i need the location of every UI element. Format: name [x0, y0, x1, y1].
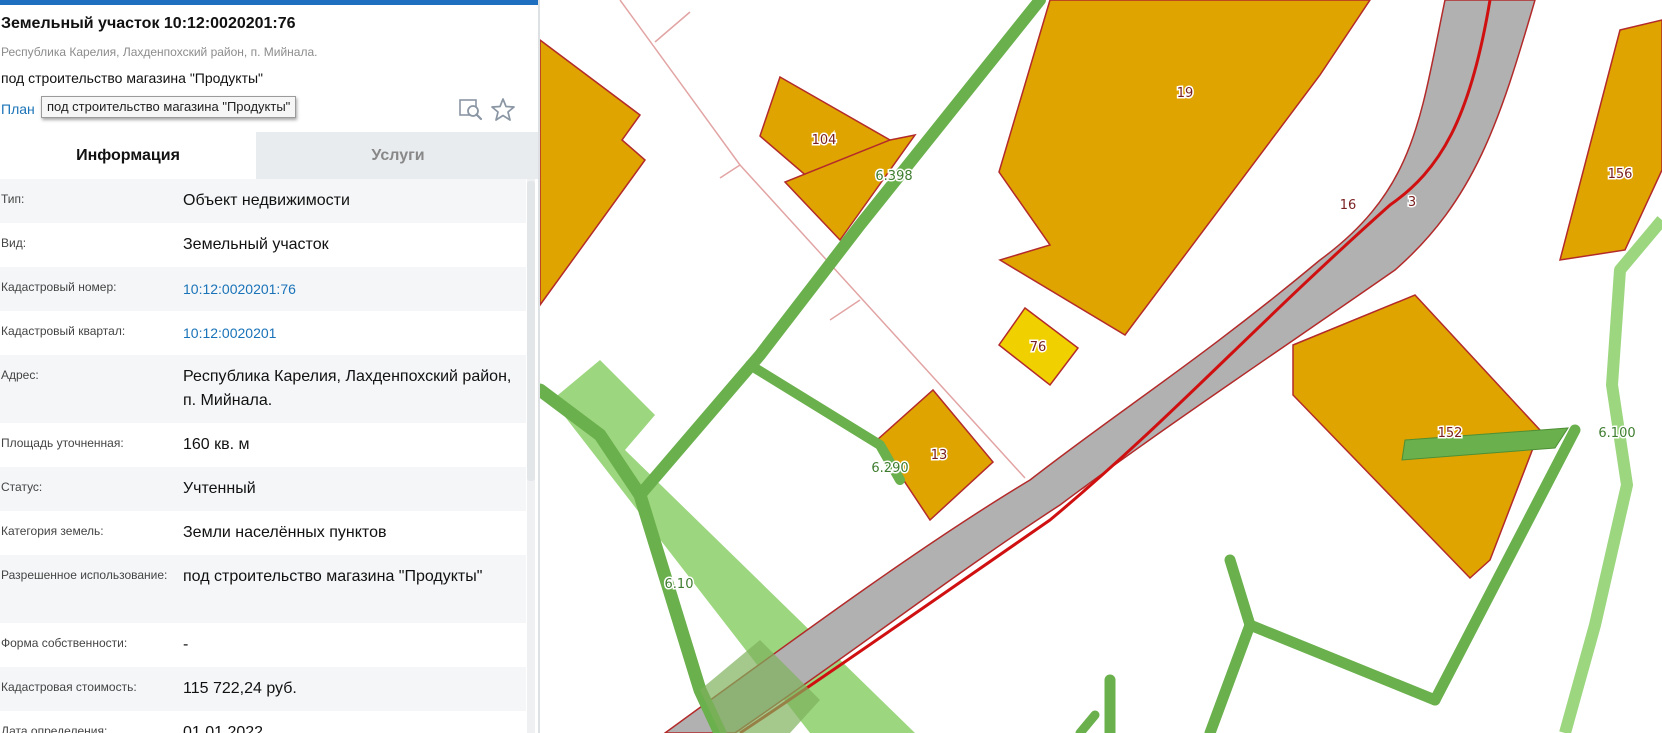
info-row-valuation-date: Дата определения: 01.01.2022 [0, 711, 526, 733]
info-row-land-category: Категория земель: Земли населённых пункт… [0, 511, 526, 555]
row-label: Дата определения: [1, 724, 108, 733]
parcel-label-16: 16 [1340, 198, 1357, 213]
row-label: Кадастровый квартал: [1, 324, 126, 338]
star-icon[interactable] [490, 97, 516, 121]
search-on-map-icon[interactable] [458, 97, 484, 121]
row-value: 115 722,24 руб. [183, 680, 297, 697]
scrollbar-thumb[interactable] [527, 181, 535, 481]
info-table: Тип: Объект недвижимости Вид: Земельный … [0, 179, 526, 733]
row-value: - [183, 636, 189, 653]
row-value: 160 кв. м [183, 436, 250, 453]
row-label: Тип: [1, 192, 25, 206]
panel-top-bar [0, 0, 540, 5]
panel-title: Земельный участок 10:12:0020201:76 [1, 15, 296, 32]
parcel-label-13: 13 [931, 448, 948, 463]
info-row-cadastral-number: Кадастровый номер: 10:12:0020201:76 [0, 267, 526, 311]
info-row-ownership: Форма собственности: - [0, 623, 526, 667]
row-value: Учтенный [183, 480, 256, 497]
row-label: Статус: [1, 480, 43, 494]
row-label: Адрес: [1, 368, 39, 382]
panel-permitted-use: под строительство магазина "Продукты" [1, 70, 264, 86]
row-label: Форма собственности: [1, 636, 128, 650]
parcel-label-104: 104 [812, 133, 837, 148]
parcel-label-19: 19 [1177, 86, 1194, 101]
tab-information[interactable]: Информация [0, 132, 256, 179]
cadastral-quarter-link[interactable]: 10:12:0020201 [183, 321, 513, 345]
info-row-kind: Вид: Земельный участок [0, 223, 526, 267]
row-label: Площадь уточненная: [1, 436, 124, 450]
tooltip: под строительство магазина "Продукты" [41, 96, 297, 118]
zone-label-6-290: 6.290 [871, 461, 908, 476]
zone-label-6-100: 6.100 [1598, 426, 1635, 441]
info-row-permitted-use: Разрешенное использование: под строитель… [0, 555, 526, 623]
tab-services[interactable]: Услуги [256, 132, 540, 179]
parcel-label-3: 3 [1408, 195, 1416, 210]
info-row-address: Адрес: Республика Карелия, Лахденпохский… [0, 355, 526, 423]
row-label: Вид: [1, 236, 27, 250]
panel-divider [538, 0, 540, 733]
zone-label-6-398: 6.398 [875, 169, 912, 184]
info-row-area: Площадь уточненная: 160 кв. м [0, 423, 526, 467]
parcel-label-156: 156 [1608, 167, 1633, 182]
zone-label-6-10: 6.10 [665, 577, 694, 592]
parcel-label-76: 76 [1030, 340, 1047, 355]
row-value: Республика Карелия, Лахденпохский район,… [183, 368, 512, 409]
row-label: Кадастровая стоимость: [1, 680, 137, 694]
row-label: Кадастровый номер: [1, 280, 117, 294]
plan-link[interactable]: План [1, 101, 35, 117]
info-row-cadastral-value: Кадастровая стоимость: 115 722,24 руб. [0, 667, 526, 711]
row-value: Объект недвижимости [183, 192, 350, 209]
panel-scrollbar[interactable] [527, 179, 535, 733]
info-panel: Земельный участок 10:12:0020201:76 Респу… [0, 0, 540, 733]
info-row-type: Тип: Объект недвижимости [0, 179, 526, 223]
row-value: под строительство магазина "Продукты" [183, 568, 483, 585]
row-value: Земельный участок [183, 236, 329, 253]
row-value: 01.01.2022 [183, 724, 264, 733]
row-value: Земли населённых пунктов [183, 524, 387, 541]
parcel-label-152: 152 [1438, 426, 1463, 441]
row-label: Разрешенное использование: [1, 568, 168, 582]
panel-tabs: Информация Услуги [0, 132, 540, 179]
panel-address: Республика Карелия, Лахденпохский район,… [1, 45, 318, 59]
cadastral-number-link[interactable]: 10:12:0020201:76 [183, 277, 513, 301]
info-row-cadastral-quarter: Кадастровый квартал: 10:12:0020201 [0, 311, 526, 355]
row-label: Категория земель: [1, 524, 104, 538]
info-row-status: Статус: Учтенный [0, 467, 526, 511]
